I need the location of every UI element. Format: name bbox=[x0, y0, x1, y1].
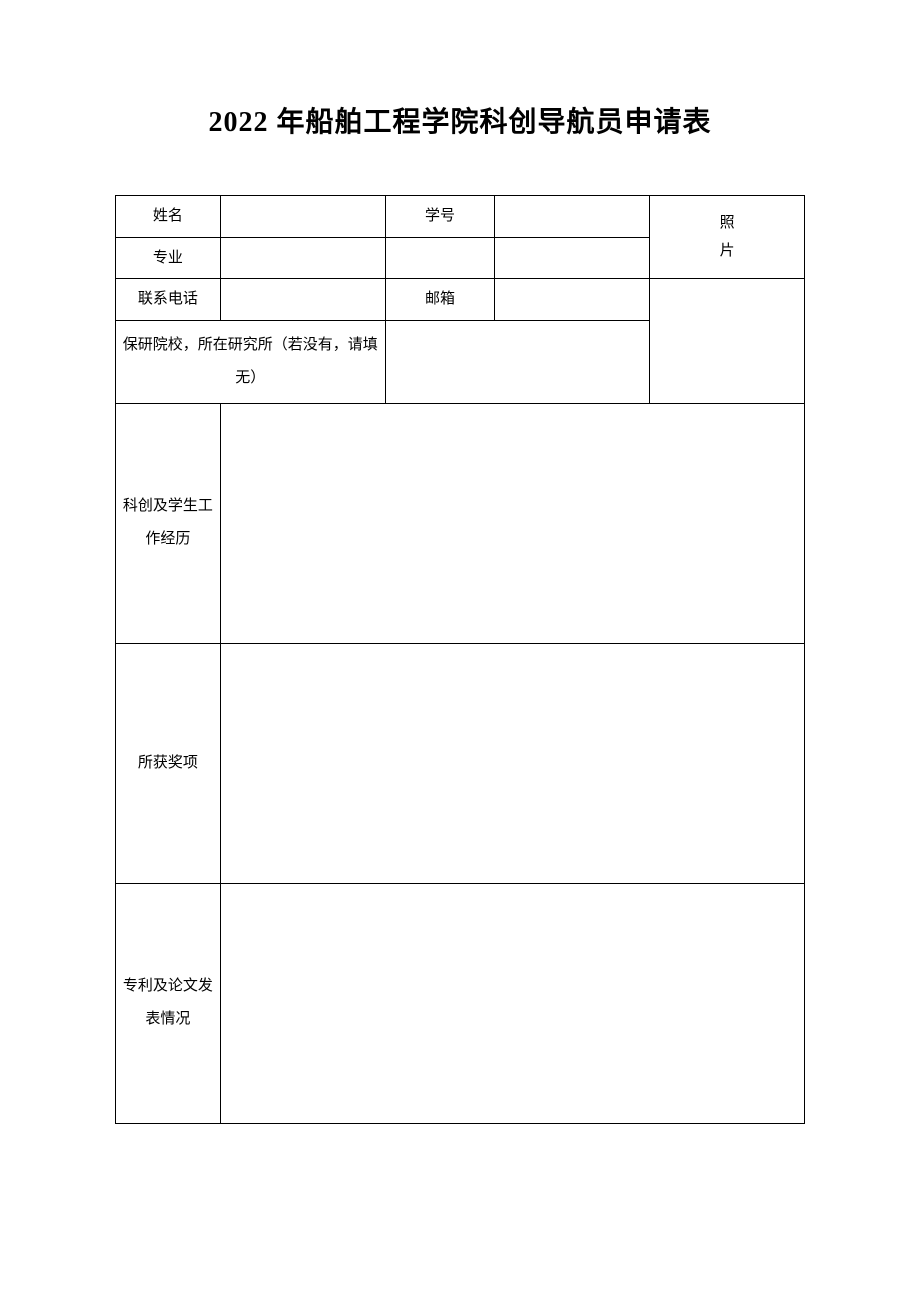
label-experience: 科创及学生工作经历 bbox=[116, 403, 221, 643]
value-name[interactable] bbox=[220, 196, 385, 238]
label-email: 邮箱 bbox=[385, 279, 495, 321]
value-major-extra1[interactable] bbox=[385, 237, 495, 279]
value-awards[interactable] bbox=[220, 643, 804, 883]
value-major[interactable] bbox=[220, 237, 385, 279]
label-major: 专业 bbox=[116, 237, 221, 279]
value-patents[interactable] bbox=[220, 883, 804, 1123]
value-experience[interactable] bbox=[220, 403, 804, 643]
value-grad-school[interactable] bbox=[385, 320, 650, 403]
value-major-extra2[interactable] bbox=[495, 237, 650, 279]
page-title: 2022 年船舶工程学院科创导航员申请表 bbox=[115, 100, 805, 140]
photo-label-line1: 照 bbox=[652, 209, 802, 238]
value-email[interactable] bbox=[495, 279, 650, 321]
application-form-table: 姓名 学号 照 片 专业 联系电话 邮箱 保研院校，所在研究所（若没有，请填无） bbox=[115, 195, 805, 1124]
label-grad-school: 保研院校，所在研究所（若没有，请填无） bbox=[116, 320, 386, 403]
label-phone: 联系电话 bbox=[116, 279, 221, 321]
label-student-id: 学号 bbox=[385, 196, 495, 238]
photo-label-line2: 片 bbox=[652, 237, 802, 266]
label-name: 姓名 bbox=[116, 196, 221, 238]
value-phone[interactable] bbox=[220, 279, 385, 321]
photo-cell[interactable]: 照 片 bbox=[650, 196, 805, 279]
label-patents: 专利及论文发表情况 bbox=[116, 883, 221, 1123]
label-awards: 所获奖项 bbox=[116, 643, 221, 883]
value-student-id[interactable] bbox=[495, 196, 650, 238]
empty-cell-right bbox=[650, 279, 805, 404]
